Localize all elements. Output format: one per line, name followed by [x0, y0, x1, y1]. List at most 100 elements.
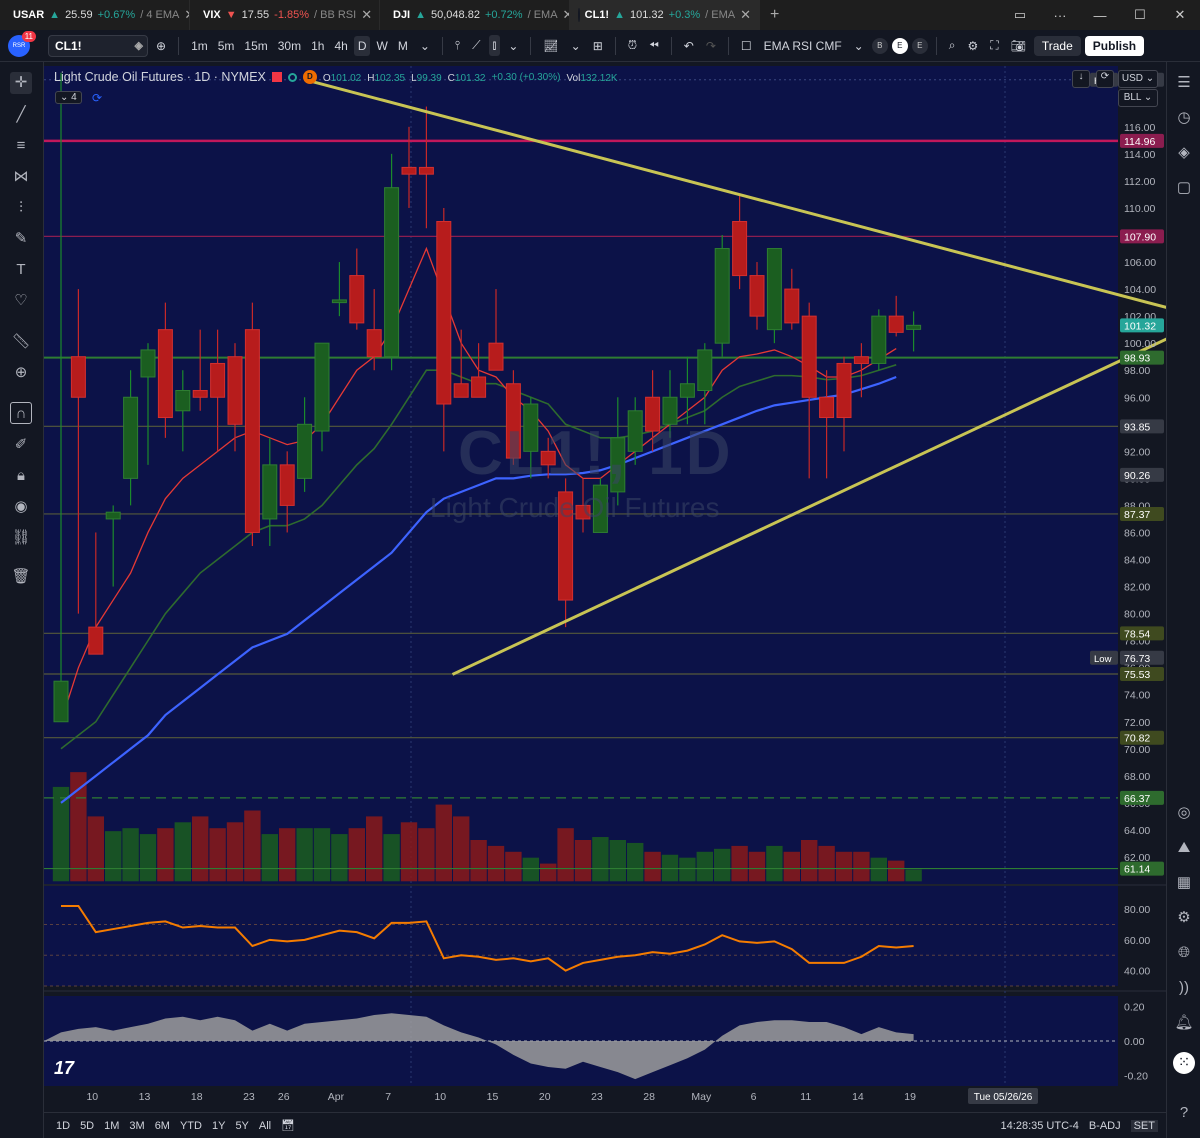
interval-dropdown-icon[interactable]: ⌄ [416, 36, 434, 56]
maximize-button[interactable]: ☐ [1120, 7, 1160, 23]
tab-close-icon[interactable]: ✕ [740, 7, 751, 23]
trade-button[interactable]: Trade [1033, 35, 1081, 56]
symbol-search-input[interactable]: CL1! ◈ [48, 34, 148, 57]
brush-tool-icon[interactable]: ✎ [10, 228, 32, 250]
signal-icon[interactable]: )) [1173, 977, 1195, 999]
redo-icon[interactable]: ↷ [702, 36, 720, 56]
layers-icon[interactable]: ◈ [1173, 142, 1195, 164]
alerts-clock-icon[interactable]: ◷ [1173, 107, 1195, 129]
user-avatar[interactable]: RSR 11 [8, 30, 36, 57]
range-1d[interactable]: 1D [56, 1120, 70, 1132]
layout-icon[interactable]: ▭ [1000, 7, 1040, 23]
interval-30m[interactable]: 30m [274, 36, 305, 56]
minimize-button[interactable]: — [1080, 8, 1120, 23]
magnet-icon[interactable]: ∩ [10, 402, 32, 424]
range-5d[interactable]: 5D [80, 1120, 94, 1132]
date-range-icon[interactable]: 📅︎ [281, 1119, 295, 1132]
apps-grid-icon[interactable]: ⁙ [1173, 1052, 1195, 1074]
range-5y[interactable]: 5Y [235, 1120, 248, 1132]
browser-tab-dji[interactable]: DJI ▲ 50,048.82 +0.72% / EMA ✕ [380, 0, 570, 30]
price-chart[interactable]: 120.00118.00116.00114.00112.00110.00108.… [44, 66, 1166, 1112]
lock-icon[interactable]: 🔒︎ [10, 465, 32, 487]
interval-1m[interactable]: 1m [187, 36, 212, 56]
chat-icon[interactable]: ▢ [1173, 177, 1195, 199]
template-dropdown-icon[interactable]: ⌄ [850, 36, 868, 56]
close-window-button[interactable]: ✕ [1160, 7, 1200, 23]
candles-icon[interactable]: ⫾ [488, 35, 501, 56]
circle-b-button[interactable]: B [871, 37, 888, 54]
compare-add-icon[interactable]: ⊕ [152, 36, 170, 56]
interval-15m[interactable]: 15m [240, 36, 271, 56]
link-icon[interactable]: ⛓ [10, 527, 32, 549]
crosshair-icon[interactable]: ✛ [10, 72, 32, 94]
interval-1h[interactable]: 1h [307, 36, 328, 56]
ideas-icon[interactable]: ⛰ [1173, 837, 1195, 859]
globe-icon[interactable]: 🌐︎ [1173, 942, 1195, 964]
flag-icon[interactable] [271, 72, 282, 82]
range-1m[interactable]: 1M [104, 1120, 119, 1132]
snapshot-camera-icon[interactable]: 📷︎ [1007, 36, 1030, 56]
settings-gear-icon[interactable]: ⚙ [963, 36, 982, 56]
bar-replay-icon[interactable]: ⫯ [451, 35, 464, 56]
circle-e-button[interactable]: E [891, 37, 908, 54]
interval-5m[interactable]: 5m [214, 36, 239, 56]
fullscreen-icon[interactable]: ⛶ [986, 35, 1002, 56]
templates-icon[interactable]: ⊞ [589, 36, 607, 56]
circle-e2-button[interactable]: E [911, 37, 928, 54]
session-toggle[interactable]: SET [1130, 1119, 1158, 1132]
adjustment-toggle[interactable]: B-ADJ [1089, 1120, 1121, 1132]
alert-icon[interactable]: ⏰︎ [624, 35, 641, 56]
indicators-template-label[interactable]: EMA RSI CMF [760, 36, 846, 56]
sync-icon[interactable]: ⟳ [92, 91, 102, 105]
calendar-icon[interactable]: ▦ [1173, 872, 1195, 894]
range-3m[interactable]: 3M [129, 1120, 144, 1132]
fib-tool-icon[interactable]: ≡ [10, 135, 32, 157]
indicators-icon[interactable]: 📈︎ [539, 36, 562, 56]
range-all[interactable]: All [259, 1120, 271, 1132]
more-icon[interactable]: ··· [1040, 8, 1080, 23]
layout-box-icon[interactable]: ☐ [737, 36, 756, 56]
publish-button[interactable]: Publish [1084, 35, 1145, 56]
pattern-tool-icon[interactable]: ⋈ [10, 166, 32, 188]
browser-tab-cl1[interactable]: CL1! ▲ 101.32 +0.3% / EMA ✕ [570, 0, 760, 30]
currency-select[interactable]: USD ⌄ [1118, 70, 1158, 88]
chart-type-dropdown-icon[interactable]: ⌄ [504, 36, 522, 56]
range-ytd[interactable]: YTD [180, 1120, 202, 1132]
favorites-heart-icon[interactable]: ♡ [10, 290, 32, 312]
trash-icon[interactable]: 🗑︎ [10, 566, 32, 588]
forecast-tool-icon[interactable]: ⫶ [10, 197, 32, 219]
ruler-icon[interactable]: 📏︎ [10, 331, 32, 353]
interval-M[interactable]: M [394, 36, 412, 56]
help-icon[interactable]: ? [1173, 1102, 1195, 1124]
trendline-tool-icon[interactable]: ╱ [10, 104, 32, 126]
clock-time[interactable]: 14:28:35 UTC-4 [1001, 1120, 1079, 1132]
range-1y[interactable]: 1Y [212, 1120, 225, 1132]
indicators-dropdown-icon[interactable]: ⌄ [567, 36, 585, 56]
range-6m[interactable]: 6M [155, 1120, 170, 1132]
interval-D[interactable]: D [353, 35, 371, 56]
watchlist-icon[interactable]: ☰ [1173, 72, 1195, 94]
line-chart-icon[interactable]: ⟋ [468, 35, 484, 56]
browser-tab-usar[interactable]: USAR▲25.59+0.67%/ 4 EMA✕ [0, 0, 190, 30]
contract-select[interactable]: BLL ⌄ [1118, 89, 1158, 107]
symbol-settings-icon[interactable]: ◈ [135, 39, 143, 52]
scroll-down-icon[interactable]: ↓ [1072, 70, 1090, 88]
zoom-in-icon[interactable]: ⊕ [10, 362, 32, 384]
text-tool-icon[interactable]: T [10, 259, 32, 281]
notifications-bell-icon[interactable]: 🔔︎ [1173, 1012, 1195, 1034]
visibility-eye-icon[interactable]: ◉ [10, 496, 32, 518]
stay-in-drawing-icon[interactable]: ✐ [10, 434, 32, 456]
search-icon[interactable]: ⌕ [945, 35, 960, 56]
tab-close-icon[interactable]: ✕ [361, 7, 372, 23]
target-icon[interactable]: ◎ [1173, 802, 1195, 824]
undo-icon[interactable]: ↶ [680, 36, 698, 56]
browser-tab-vix[interactable]: VIX ▼ 17.55 -1.85% / BB RSI ✕ [190, 0, 380, 30]
tab-close-icon[interactable]: ✕ [563, 7, 569, 23]
indicators-collapse-button[interactable]: ⌄ 4 [55, 91, 82, 104]
interval-W[interactable]: W [372, 36, 391, 56]
interval-4h[interactable]: 4h [330, 36, 351, 56]
replay-icon[interactable]: ⏪︎ [645, 35, 663, 56]
refresh-icon[interactable]: ⟳ [1096, 70, 1114, 88]
screener-icon[interactable]: ⚙ [1173, 907, 1195, 929]
new-tab-button[interactable]: + [760, 6, 789, 24]
